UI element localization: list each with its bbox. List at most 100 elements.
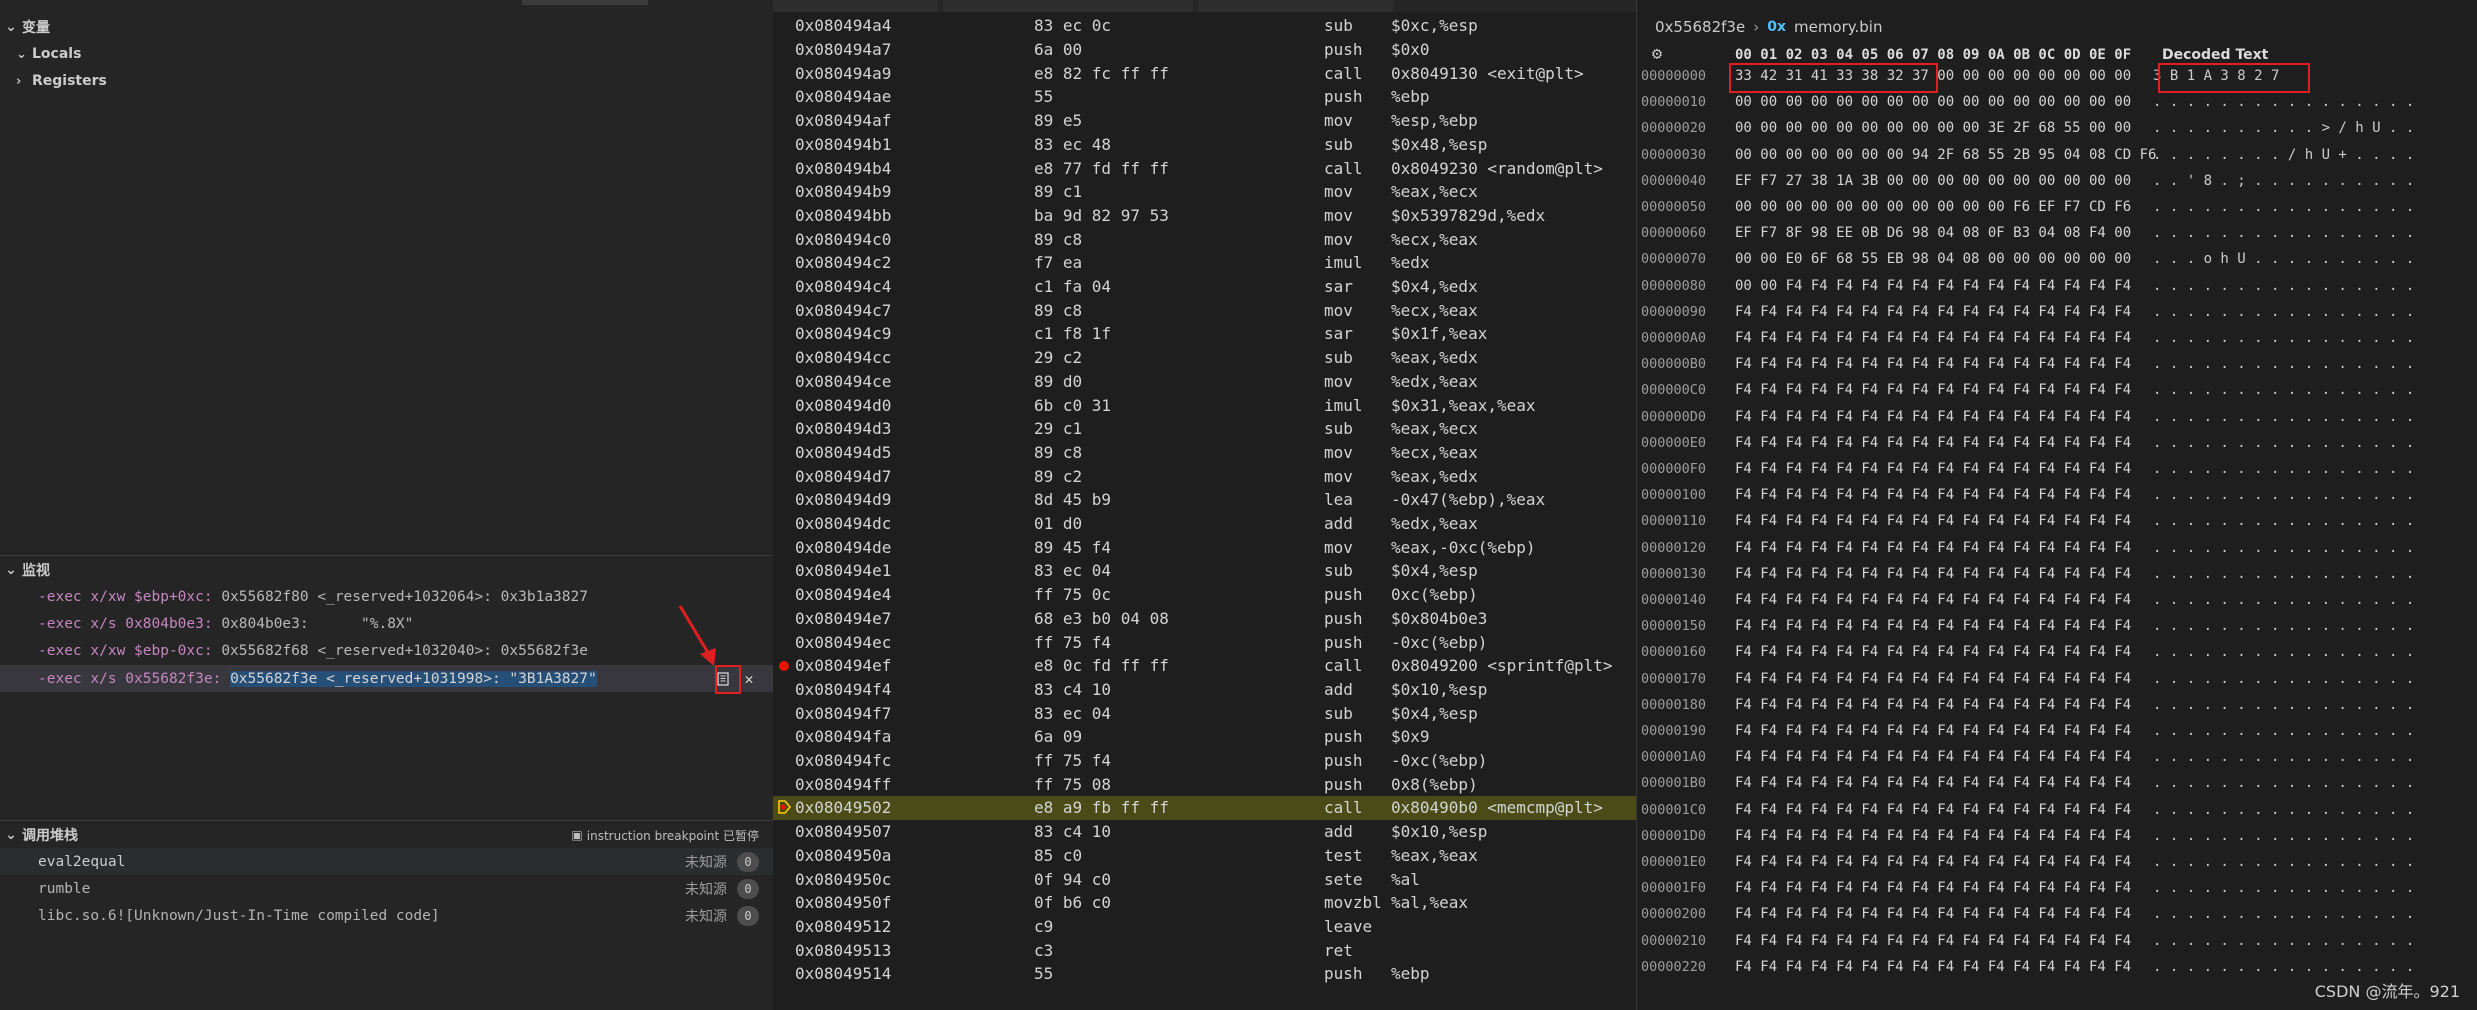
hex-row[interactable]: 00000020 00 00 00 00 00 00 00 00 00 00 3E… <box>1637 115 2414 141</box>
breakpoint-gutter[interactable] <box>773 14 795 38</box>
hex-row[interactable]: 00000210 F4 F4 F4 F4 F4 F4 F4 F4 F4 F4 F4… <box>1637 928 2414 954</box>
disassembly-line[interactable]: 0x080494f4 83 c4 10 add $0x10,%esp <box>773 678 1636 702</box>
hex-row[interactable]: 000000C0 F4 F4 F4 F4 F4 F4 F4 F4 F4 F4 F4… <box>1637 377 2414 403</box>
breakpoint-gutter[interactable] <box>773 227 795 251</box>
tree-item-locals[interactable]: ⌄ Locals <box>0 41 81 67</box>
breakpoint-icon[interactable] <box>779 660 789 671</box>
breakpoint-gutter[interactable] <box>773 393 795 417</box>
breakpoint-gutter[interactable] <box>773 109 795 133</box>
hex-row[interactable]: 00000180 F4 F4 F4 F4 F4 F4 F4 F4 F4 F4 F4… <box>1637 692 2414 718</box>
hex-row[interactable]: 00000170 F4 F4 F4 F4 F4 F4 F4 F4 F4 F4 F4… <box>1637 666 2414 692</box>
hex-row[interactable]: 00000010 00 00 00 00 00 00 00 00 00 00 00… <box>1637 89 2414 115</box>
variables-section-header[interactable]: ⌄ 变量 <box>0 14 773 40</box>
disassembly-line[interactable]: 0x080494e1 83 ec 04 sub $0x4,%esp <box>773 559 1636 583</box>
breakpoint-gutter[interactable] <box>773 844 795 868</box>
breakpoint-gutter[interactable] <box>773 725 795 749</box>
disassembly-line[interactable]: 0x080494ef e8 0c fd ff ff call 0x8049200 <s… <box>773 654 1636 678</box>
breakpoint-gutter[interactable] <box>773 915 795 939</box>
disassembly-line[interactable]: 0x080494d3 29 c1 sub %eax,%ecx <box>773 417 1636 441</box>
hex-row[interactable]: 000001F0 F4 F4 F4 F4 F4 F4 F4 F4 F4 F4 F4… <box>1637 875 2414 901</box>
disassembly-line[interactable]: 0x080494f7 83 ec 04 sub $0x4,%esp <box>773 701 1636 725</box>
hex-row[interactable]: 00000080 00 00 F4 F4 F4 F4 F4 F4 F4 F4 F4… <box>1637 273 2414 299</box>
breakpoint-gutter[interactable] <box>773 275 795 299</box>
breakpoint-gutter[interactable] <box>773 204 795 228</box>
breakpoint-gutter[interactable] <box>773 370 795 394</box>
disassembly-line[interactable]: 0x080494ce 89 d0 mov %edx,%eax <box>773 370 1636 394</box>
breakpoint-gutter[interactable] <box>773 464 795 488</box>
watch-item[interactable]: -exec x/s 0x804b0e3: 0x804b0e3: "%.8X" <box>0 610 773 637</box>
disassembly-line[interactable]: 0x080494de 89 45 f4 mov %eax,-0xc(%ebp) <box>773 535 1636 559</box>
disassembly-line[interactable]: 0x080494c4 c1 fa 04 sar $0x4,%edx <box>773 275 1636 299</box>
breakpoint-gutter[interactable] <box>773 298 795 322</box>
hex-row[interactable]: 000001D0 F4 F4 F4 F4 F4 F4 F4 F4 F4 F4 F4… <box>1637 823 2414 849</box>
disassembly-line[interactable]: 0x080494ae 55 push %ebp <box>773 85 1636 109</box>
memory-file-name[interactable]: memory.bin <box>1794 18 1883 36</box>
breakpoint-gutter[interactable] <box>773 796 795 820</box>
disassembly-line[interactable]: 0x080494c0 89 c8 mov %ecx,%eax <box>773 227 1636 251</box>
breakpoint-gutter[interactable] <box>773 962 795 986</box>
disassembly-line[interactable]: 0x080494fa 6a 09 push $0x9 <box>773 725 1636 749</box>
disassembly-line[interactable]: 0x080494c9 c1 f8 1f sar $0x1f,%eax <box>773 322 1636 346</box>
hex-row[interactable]: 00000040 EF F7 27 38 1A 3B 00 00 00 00 00… <box>1637 168 2414 194</box>
disassembly-line[interactable]: 0x080494d5 89 c8 mov %ecx,%eax <box>773 441 1636 465</box>
hex-row[interactable]: 00000120 F4 F4 F4 F4 F4 F4 F4 F4 F4 F4 F4… <box>1637 535 2414 561</box>
hex-row[interactable]: 00000070 00 00 E0 6F 68 55 EB 98 04 08 00… <box>1637 246 2414 272</box>
hex-row[interactable]: 00000060 EF F7 8F 98 EE 0B D6 98 04 08 0F… <box>1637 220 2414 246</box>
hex-row[interactable]: 000001A0 F4 F4 F4 F4 F4 F4 F4 F4 F4 F4 F4… <box>1637 744 2414 770</box>
breakpoint-gutter[interactable] <box>773 133 795 157</box>
breakpoint-gutter[interactable] <box>773 678 795 702</box>
disassembly-line[interactable]: 0x080494d9 8d 45 b9 lea -0x47(%ebp),%eax <box>773 488 1636 512</box>
hex-row[interactable]: 000000F0 F4 F4 F4 F4 F4 F4 F4 F4 F4 F4 F4… <box>1637 456 2414 482</box>
breakpoint-gutter[interactable] <box>773 820 795 844</box>
hex-row[interactable]: 00000110 F4 F4 F4 F4 F4 F4 F4 F4 F4 F4 F4… <box>1637 508 2414 534</box>
disassembly-line[interactable]: 0x080494ec ff 75 f4 push -0xc(%ebp) <box>773 630 1636 654</box>
disassembly-line[interactable]: 0x080494a4 83 ec 0c sub $0xc,%esp <box>773 14 1636 38</box>
disassembly-line[interactable]: 0x08049513 c3 ret <box>773 938 1636 962</box>
gear-icon[interactable]: ⚙ <box>1647 44 1667 64</box>
editor-tab[interactable] <box>773 0 938 12</box>
call-stack-frame[interactable]: libc.so.6![Unknown/Just-In-Time compiled… <box>0 902 773 929</box>
disassembly-line[interactable]: 0x080494cc 29 c2 sub %eax,%edx <box>773 346 1636 370</box>
breakpoint-gutter[interactable] <box>773 251 795 275</box>
breakpoint-gutter[interactable] <box>773 322 795 346</box>
hex-row[interactable]: 00000150 F4 F4 F4 F4 F4 F4 F4 F4 F4 F4 F4… <box>1637 613 2414 639</box>
editor-tab[interactable] <box>943 0 1193 12</box>
breakpoint-gutter[interactable] <box>773 488 795 512</box>
hex-row[interactable]: 00000130 F4 F4 F4 F4 F4 F4 F4 F4 F4 F4 F4… <box>1637 561 2414 587</box>
disassembly-line[interactable]: 0x08049512 c9 leave <box>773 915 1636 939</box>
disassembly-line[interactable]: 0x080494a9 e8 82 fc ff ff call 0x8049130 <e… <box>773 61 1636 85</box>
disassembly-line[interactable]: 0x080494dc 01 d0 add %edx,%eax <box>773 512 1636 536</box>
disassembly-line[interactable]: 0x080494c7 89 c8 mov %ecx,%eax <box>773 298 1636 322</box>
disassembly-line[interactable]: 0x080494af 89 e5 mov %esp,%ebp <box>773 109 1636 133</box>
watch-section-header[interactable]: ⌄ 监视 <box>0 557 773 583</box>
breakpoint-gutter[interactable] <box>773 583 795 607</box>
hex-row[interactable]: 00000030 00 00 00 00 00 00 00 94 2F 68 55… <box>1637 142 2414 168</box>
tree-item-registers[interactable]: › Registers <box>0 68 107 94</box>
breakpoint-gutter[interactable] <box>773 891 795 915</box>
disassembly-line[interactable]: 0x080494b1 83 ec 48 sub $0x48,%esp <box>773 133 1636 157</box>
disassembly-line[interactable]: 0x080494e7 68 e3 b0 04 08 push $0x804b0e3 <box>773 607 1636 631</box>
breakpoint-gutter[interactable] <box>773 441 795 465</box>
breakpoint-gutter[interactable] <box>773 630 795 654</box>
disassembly-line[interactable]: 0x080494c2 f7 ea imul %edx <box>773 251 1636 275</box>
hex-row[interactable]: 00000200 F4 F4 F4 F4 F4 F4 F4 F4 F4 F4 F4… <box>1637 901 2414 927</box>
breakpoint-gutter[interactable] <box>773 180 795 204</box>
watch-item[interactable]: -exec x/xw $ebp+0xc: 0x55682f80 <_reserv… <box>0 583 773 610</box>
breakpoint-gutter[interactable] <box>773 607 795 631</box>
hex-row[interactable]: 000001B0 F4 F4 F4 F4 F4 F4 F4 F4 F4 F4 F4… <box>1637 770 2414 796</box>
disassembly-line[interactable]: 0x08049514 55 push %ebp <box>773 962 1636 986</box>
breakpoint-gutter[interactable] <box>773 535 795 559</box>
close-icon[interactable]: ✕ <box>739 669 759 689</box>
breakpoint-gutter[interactable] <box>773 417 795 441</box>
watch-item-selected[interactable]: -exec x/s 0x55682f3e: 0x55682f3e <_reser… <box>0 665 773 692</box>
breakpoint-gutter[interactable] <box>773 512 795 536</box>
disassembly-line[interactable]: 0x0804950c 0f 94 c0 sete %al <box>773 867 1636 891</box>
hex-row[interactable]: 000000A0 F4 F4 F4 F4 F4 F4 F4 F4 F4 F4 F4… <box>1637 325 2414 351</box>
disassembly-line[interactable]: 0x0804950a 85 c0 test %eax,%eax <box>773 844 1636 868</box>
breakpoint-gutter[interactable] <box>773 701 795 725</box>
hex-row[interactable]: 00000160 F4 F4 F4 F4 F4 F4 F4 F4 F4 F4 F4… <box>1637 639 2414 665</box>
hex-row[interactable]: 000000B0 F4 F4 F4 F4 F4 F4 F4 F4 F4 F4 F4… <box>1637 351 2414 377</box>
hex-row[interactable]: 00000190 F4 F4 F4 F4 F4 F4 F4 F4 F4 F4 F4… <box>1637 718 2414 744</box>
top-scroll-indicator[interactable] <box>522 0 648 5</box>
breakpoint-gutter[interactable] <box>773 559 795 583</box>
